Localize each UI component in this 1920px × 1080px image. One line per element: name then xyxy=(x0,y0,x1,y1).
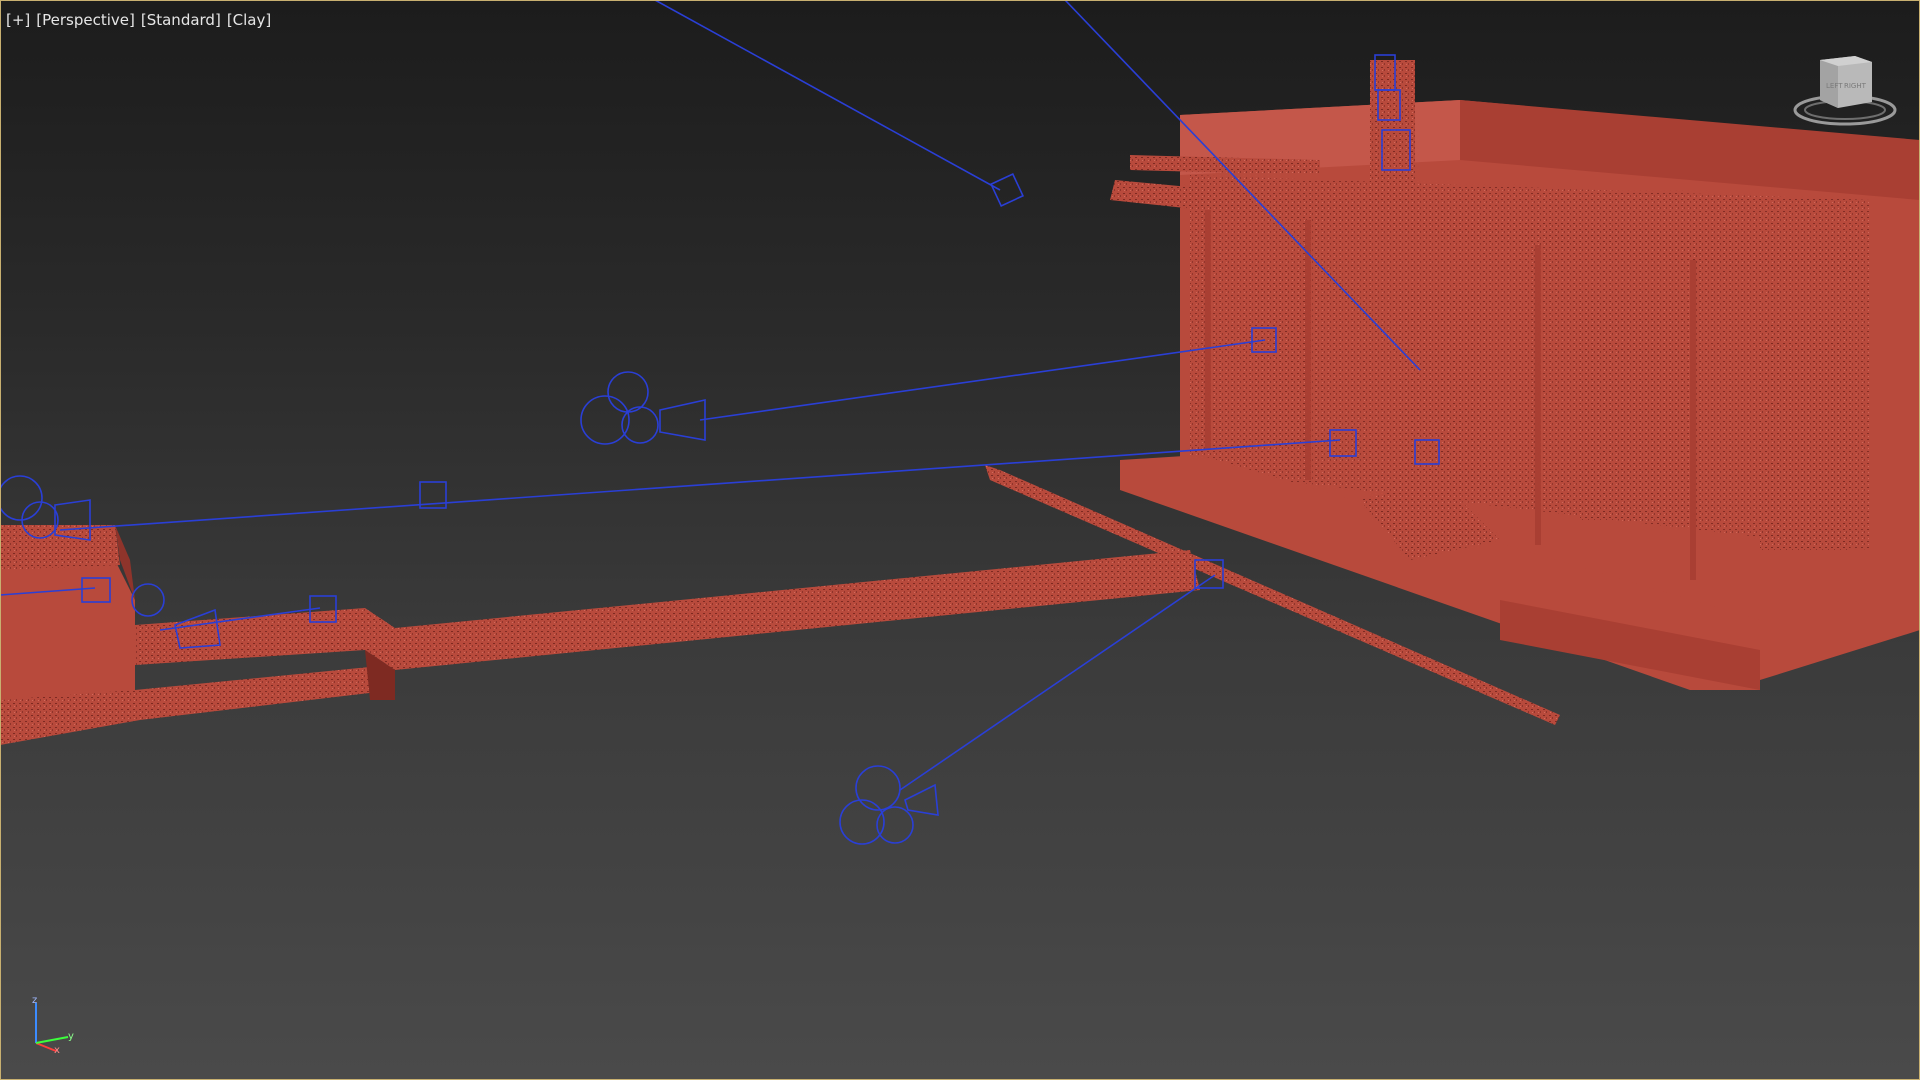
camera-icon[interactable] xyxy=(839,765,939,845)
viewcube-right-label: RIGHT xyxy=(1844,82,1867,90)
axis-tripod-icon: z x y xyxy=(28,995,88,1056)
axis-z-label: z xyxy=(32,995,37,1006)
camera-icon[interactable] xyxy=(580,371,706,445)
target-line-top-left xyxy=(654,0,1001,191)
axis-y-label: y xyxy=(68,1031,74,1042)
stage-structure[interactable] xyxy=(1110,60,1920,690)
axis-x-label: x xyxy=(54,1045,60,1055)
viewcube-icon[interactable]: LEFT RIGHT xyxy=(1790,52,1900,132)
target-icon xyxy=(989,172,1025,208)
viewcube-left-label: LEFT xyxy=(1826,82,1843,90)
viewport-scene[interactable] xyxy=(0,0,1920,1080)
